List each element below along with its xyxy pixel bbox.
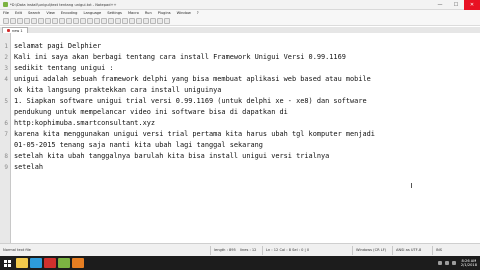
- line-number: 6: [4, 120, 8, 127]
- unsaved-icon: [7, 29, 10, 32]
- taskbar-notepad-plus-plus-icon[interactable]: [58, 258, 70, 268]
- mouse-cursor: [411, 183, 412, 188]
- line-number: 7: [4, 131, 8, 138]
- taskbar-file-explorer-icon[interactable]: [16, 258, 28, 268]
- status-separator: [392, 246, 393, 255]
- text-line: setelah: [14, 163, 44, 171]
- close-file-icon[interactable]: [31, 17, 37, 24]
- volume-icon[interactable]: [444, 261, 449, 265]
- status-separator: [432, 246, 433, 255]
- clock-date: 2/1/2018: [460, 263, 477, 267]
- print-icon[interactable]: [45, 17, 51, 24]
- zoom-in-icon[interactable]: [101, 17, 107, 24]
- paste-icon[interactable]: [66, 17, 72, 24]
- menu-macro[interactable]: Macro: [128, 11, 139, 15]
- text-line: 01-05-2015 tenang saja nanti kita ubah l…: [14, 141, 263, 149]
- text-line: ok kita langsung praktekkan cara install…: [14, 86, 222, 94]
- menu-search[interactable]: Search: [28, 11, 40, 15]
- find-icon[interactable]: [87, 17, 93, 24]
- menu-view[interactable]: View: [46, 11, 55, 15]
- eol-status: Windows (CR LF): [356, 248, 387, 252]
- close-button[interactable]: ✕: [464, 0, 480, 10]
- start-button[interactable]: [0, 256, 14, 270]
- indent-guide-icon[interactable]: [136, 17, 142, 24]
- menu-window[interactable]: Window: [177, 11, 191, 15]
- window-title: *D:\Data install\unigui\text tentang uni…: [10, 2, 117, 7]
- menu-encoding[interactable]: Encoding: [61, 11, 78, 15]
- cursor-position-status: Ln : 12 Col : 8 Sel : 0 | 0: [266, 248, 310, 252]
- notepad-plus-plus-window: *D:\Data install\unigui\text tentang uni…: [0, 0, 480, 256]
- network-icon[interactable]: [437, 261, 442, 265]
- length-status: length : 895: [214, 248, 236, 252]
- new-file-icon[interactable]: [3, 17, 9, 24]
- menu-edit[interactable]: Edit: [15, 11, 22, 15]
- menu-run[interactable]: Run: [145, 11, 152, 15]
- replace-icon[interactable]: [94, 17, 100, 24]
- text-line: karena kita menggunakan unigui versi tri…: [14, 130, 375, 138]
- cut-icon[interactable]: [52, 17, 58, 24]
- tab-label: new 1: [12, 28, 23, 33]
- copy-icon[interactable]: [59, 17, 65, 24]
- lines-status: lines : 12: [240, 248, 257, 252]
- taskbar-delphi-icon[interactable]: [44, 258, 56, 268]
- title-bar: *D:\Data install\unigui\text tentang uni…: [0, 0, 480, 10]
- line-number: 8: [4, 153, 8, 160]
- windows-logo-icon: [3, 259, 11, 267]
- text-line: Kali ini saya akan berbagi tentang cara …: [14, 53, 346, 61]
- line-number: 5: [4, 98, 8, 105]
- line-number-gutter: 1 2 3 4 5 6 7 8 9: [0, 33, 11, 243]
- toolbar: [0, 16, 480, 26]
- line-number: 3: [4, 65, 8, 72]
- record-macro-icon[interactable]: [143, 17, 149, 24]
- zoom-out-icon[interactable]: [108, 17, 114, 24]
- menu-help[interactable]: ?: [197, 11, 199, 15]
- system-tray: 8:26 AM 2/1/2018: [437, 256, 480, 270]
- maximize-button[interactable]: ☐: [448, 0, 464, 10]
- redo-icon[interactable]: [80, 17, 86, 24]
- open-file-icon[interactable]: [10, 17, 16, 24]
- text-content[interactable]: selamat pagi Delphier Kali ini saya akan…: [14, 33, 470, 243]
- file-type-status: Normal text file: [3, 248, 31, 252]
- close-all-icon[interactable]: [38, 17, 44, 24]
- status-separator: [352, 246, 353, 255]
- text-line: unigui adalah sebuah framework delphi ya…: [14, 75, 371, 83]
- line-number: 1: [4, 43, 8, 50]
- undo-icon[interactable]: [73, 17, 79, 24]
- line-number: 9: [4, 164, 8, 171]
- play-macro-icon[interactable]: [157, 17, 163, 24]
- taskbar-browser-icon[interactable]: [30, 258, 42, 268]
- battery-icon[interactable]: [451, 261, 456, 265]
- clock[interactable]: 8:26 AM 2/1/2018: [461, 259, 477, 268]
- text-line: selamat pagi Delphier: [14, 42, 102, 50]
- text-line: http:kophimuba.smartconsultant.xyz: [14, 119, 156, 127]
- save-macro-icon[interactable]: [164, 17, 170, 24]
- stop-macro-icon[interactable]: [150, 17, 156, 24]
- taskbar-recorder-icon[interactable]: [72, 258, 84, 268]
- status-bar: Normal text file length : 895 lines : 12…: [0, 243, 480, 256]
- minimize-button[interactable]: —: [432, 0, 448, 10]
- insert-mode-status: INS: [436, 248, 443, 252]
- menu-plugins[interactable]: Plugins: [158, 11, 171, 15]
- word-wrap-icon[interactable]: [122, 17, 128, 24]
- line-number: 4: [4, 76, 8, 83]
- status-separator: [210, 246, 211, 255]
- menu-language[interactable]: Language: [83, 11, 101, 15]
- text-line: setelah kita ubah tanggalnya barulah kit…: [14, 152, 330, 160]
- notepad-plus-plus-icon: [3, 2, 8, 7]
- editor-area[interactable]: 1 2 3 4 5 6 7 8 9 selamat pagi Delphier …: [0, 33, 480, 243]
- save-icon[interactable]: [17, 17, 23, 24]
- line-number: 2: [4, 54, 8, 61]
- taskbar: 8:26 AM 2/1/2018: [0, 256, 480, 270]
- sync-scroll-icon[interactable]: [115, 17, 121, 24]
- text-line: 1. Siapkan software unigui trial versi 0…: [14, 97, 367, 105]
- window-controls: — ☐ ✕: [432, 0, 480, 10]
- menu-file[interactable]: File: [3, 11, 9, 15]
- menu-settings[interactable]: Settings: [107, 11, 122, 15]
- show-all-chars-icon[interactable]: [129, 17, 135, 24]
- encoding-status: ANSI as UTF-8: [396, 248, 422, 252]
- text-line: pendukung untuk mempelancar video ini so…: [14, 108, 288, 116]
- status-separator: [262, 246, 263, 255]
- save-all-icon[interactable]: [24, 17, 30, 24]
- text-line: sedikit tentang unigui :: [14, 64, 114, 72]
